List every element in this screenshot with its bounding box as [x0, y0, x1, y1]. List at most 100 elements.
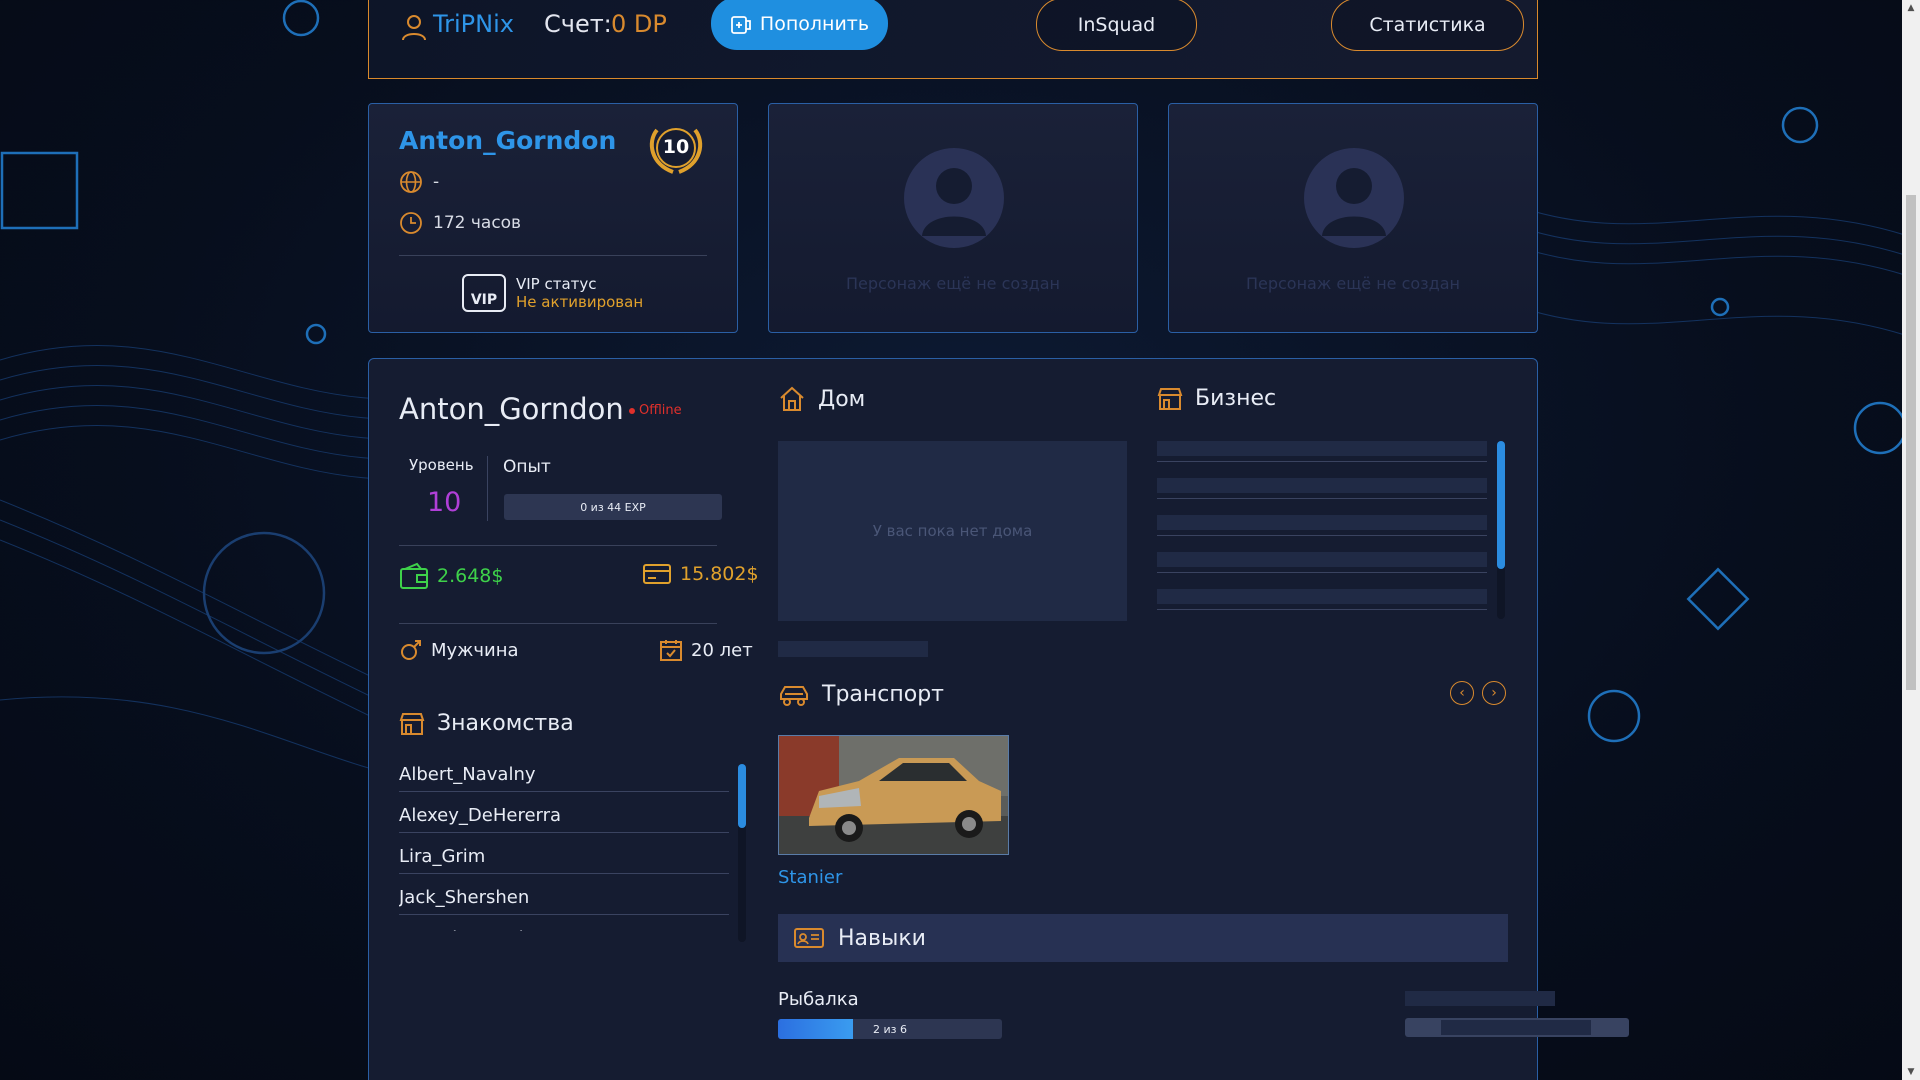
friends-title: Знакомства	[437, 711, 574, 736]
profile-panel: Anton_Gorndon Offline Уровень 10 Опыт 0 …	[368, 358, 1629, 1080]
score-value: 0 DP	[611, 10, 667, 38]
friends-list: Albert_Navalny Alexey_DeHererra Lira_Gri…	[399, 751, 729, 931]
statistics-button[interactable]: Статистика	[1331, 0, 1524, 51]
faction-value: -	[433, 172, 440, 192]
wallet-plus-icon	[731, 15, 751, 34]
level-value: 10	[427, 487, 462, 518]
chevron-right-icon: ›	[1491, 685, 1497, 701]
business-placeholder-row	[1157, 552, 1487, 567]
skill-progress-text: 2 из 6	[873, 1022, 907, 1036]
cash-row: 2.648$	[399, 562, 503, 590]
business-placeholder-row	[1157, 441, 1487, 456]
section-divider	[399, 545, 717, 546]
business-scroll-thumb[interactable]	[1497, 441, 1505, 569]
character-card-3[interactable]: Персонаж ещё не создан	[1168, 103, 1538, 333]
friend-item[interactable]: Lira_Grim	[399, 833, 729, 874]
house-title: Дом	[818, 386, 866, 412]
friend-item[interactable]: Alexey_DeHererra	[399, 792, 729, 833]
friend-item[interactable]: Jack_Shershen	[399, 874, 729, 915]
section-divider	[399, 623, 717, 624]
house-placeholder-bar	[778, 641, 928, 657]
chevron-left-icon: ‹	[1459, 685, 1465, 701]
gender-value: Мужчина	[431, 639, 519, 661]
page-scroll-thumb[interactable]	[1906, 195, 1916, 690]
scroll-up-arrow-icon[interactable]: ▲	[1906, 3, 1916, 13]
age-value: 20 лет	[691, 639, 753, 661]
empty-avatar-icon	[1304, 148, 1404, 248]
business-placeholder-row	[1157, 515, 1487, 530]
score-label: Счет:	[544, 10, 612, 38]
insquad-button[interactable]: InSquad	[1036, 0, 1197, 51]
house-section-title: Дом	[778, 386, 865, 412]
transport-prev-button[interactable]: ‹	[1450, 681, 1474, 705]
calendar-icon	[660, 640, 682, 661]
store-icon	[399, 712, 425, 735]
globe-icon	[400, 171, 422, 193]
exp-label: Опыт	[503, 457, 551, 477]
online-status: Offline	[629, 403, 682, 418]
vip-status: VIP VIP статус Не активирован	[462, 274, 643, 312]
faction-row: -	[399, 170, 439, 194]
skill-progress-bar: 2 из 6	[778, 1019, 1002, 1039]
vehicle-name[interactable]: Stanier	[778, 867, 842, 888]
business-placeholder-row	[1157, 478, 1487, 493]
friends-scroll-thumb[interactable]	[738, 764, 746, 828]
account-username: TriPNix	[433, 10, 514, 38]
store-icon	[1157, 387, 1183, 410]
empty-character-text: Персонаж ещё не создан	[1245, 274, 1461, 293]
vip-title: VIP статус	[516, 275, 597, 293]
business-placeholder-row	[1157, 589, 1487, 604]
house-empty-box: У вас пока нет дома	[778, 441, 1127, 621]
insquad-label: InSquad	[1077, 13, 1156, 36]
car-icon	[780, 685, 808, 706]
bank-row: 15.802$	[642, 562, 759, 586]
friends-section-title: Знакомства	[399, 711, 574, 736]
empty-character-text: Персонаж ещё не создан	[845, 274, 1061, 293]
vehicle-image[interactable]	[778, 735, 1009, 855]
exp-progress-bar: 0 из 44 EXP	[504, 494, 722, 520]
transport-next-button[interactable]: ›	[1482, 681, 1506, 705]
playtime-value: 172 часов	[433, 213, 522, 233]
skills-title: Навыки	[838, 925, 926, 951]
house-empty-text: У вас пока нет дома	[872, 522, 1033, 540]
cash-value: 2.648$	[437, 565, 504, 587]
profile-name: Anton_Gorndon	[399, 392, 624, 426]
friend-item[interactable]: Antonio_Batalov	[399, 915, 729, 932]
empty-avatar-icon	[904, 148, 1004, 248]
skill-placeholder-fill	[1441, 1020, 1591, 1035]
business-section-title: Бизнес	[1157, 386, 1276, 411]
house-icon	[780, 386, 804, 411]
business-row-divider	[1157, 609, 1487, 610]
id-card-icon	[794, 928, 824, 948]
male-icon	[401, 640, 421, 660]
skills-header: Навыки	[778, 914, 1508, 962]
vip-state: Не активирован	[516, 293, 644, 311]
level-divider	[487, 456, 488, 521]
topup-label: Пополнить	[759, 12, 870, 35]
business-title: Бизнес	[1195, 386, 1277, 411]
level-label: Уровень	[409, 456, 474, 474]
business-row-divider	[1157, 498, 1487, 499]
card-divider	[399, 255, 707, 256]
user-icon	[402, 15, 426, 41]
page-scrollbar[interactable]: ▲ ▼	[1902, 0, 1920, 1080]
clock-icon	[400, 212, 422, 234]
business-scrollbar[interactable]	[1497, 441, 1505, 619]
character-card-2[interactable]: Персонаж ещё не создан	[768, 103, 1138, 333]
card-icon	[643, 564, 671, 584]
statistics-label: Статистика	[1369, 13, 1486, 36]
topup-button[interactable]: Пополнить	[711, 0, 888, 50]
wallet-icon	[400, 562, 428, 589]
exp-text: 0 из 44 EXP	[580, 500, 646, 514]
friend-item[interactable]: Albert_Navalny	[399, 751, 729, 792]
transport-title: Транспорт	[822, 682, 944, 707]
character-card-1[interactable]: Anton_Gorndon 10 - 172 часов VIP VIP ста…	[368, 103, 738, 333]
scroll-down-arrow-icon[interactable]: ▼	[1906, 1067, 1916, 1077]
business-row-divider	[1157, 572, 1487, 573]
transport-section-title: Транспорт	[778, 682, 944, 707]
gender-row: Мужчина	[399, 638, 519, 662]
friends-scrollbar[interactable]	[738, 764, 746, 942]
skill-name: Рыбалка	[778, 989, 859, 1010]
vip-icon: VIP	[462, 274, 506, 312]
skill-placeholder-bar	[1405, 1018, 1629, 1037]
